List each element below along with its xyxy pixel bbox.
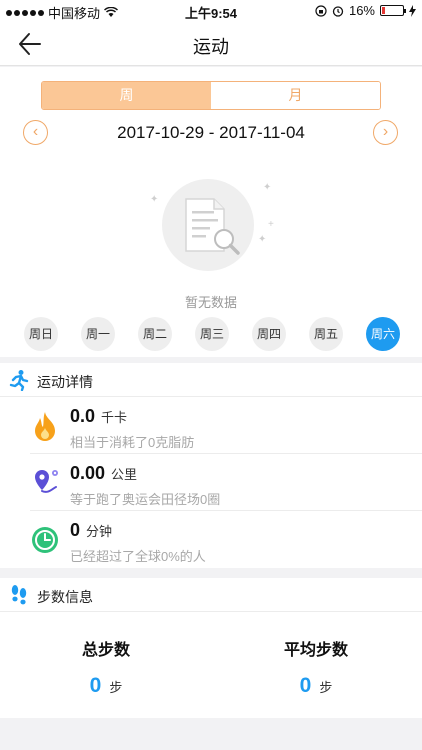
duration-value-line: 0 分钟 bbox=[70, 520, 112, 541]
period-segmented-control: 周 月 bbox=[41, 81, 381, 110]
route-pin-icon bbox=[35, 470, 58, 493]
summary-panel: 周 月 ‹ 2017-10-29 - 2017-11-04 › ✦ ✦ + ✦ … bbox=[0, 67, 422, 357]
battery-icon bbox=[380, 5, 406, 16]
orientation-lock-icon bbox=[315, 4, 327, 17]
weekday-6[interactable]: 周六 bbox=[366, 317, 400, 351]
total-steps-unit: 步 bbox=[109, 680, 123, 695]
empty-document-icon bbox=[185, 198, 240, 255]
no-data-illustration bbox=[162, 179, 254, 271]
page-title: 运动 bbox=[193, 37, 229, 57]
calories-value-line: 0.0 千卡 bbox=[70, 406, 127, 427]
steps-header: 步数信息 bbox=[0, 578, 422, 612]
weekday-3[interactable]: 周三 bbox=[195, 317, 229, 351]
weekday-4[interactable]: 周四 bbox=[252, 317, 286, 351]
alarm-icon bbox=[332, 5, 344, 17]
weekday-0[interactable]: 周日 bbox=[24, 317, 58, 351]
steps-title: 步数信息 bbox=[37, 589, 93, 605]
calories-value: 0.0 bbox=[70, 406, 96, 426]
steps-section: 步数信息 总步数 0步 平均步数 0步 bbox=[0, 578, 422, 718]
tab-week[interactable]: 周 bbox=[42, 82, 211, 109]
distance-value-line: 0.00 公里 bbox=[70, 463, 137, 484]
distance-unit: 公里 bbox=[111, 467, 138, 482]
status-bar: 中国移动 上午9:54 16% bbox=[0, 0, 422, 22]
sparkle-icon: ✦ bbox=[258, 234, 267, 245]
total-steps-value: 0 bbox=[89, 674, 102, 697]
sparkle-icon: ✦ bbox=[263, 182, 272, 193]
exercise-details-title: 运动详情 bbox=[37, 374, 93, 390]
total-steps: 总步数 0步 bbox=[26, 636, 186, 698]
sparkle-icon: ✦ bbox=[150, 194, 159, 205]
calories-row: 0.0 千卡 相当于消耗了0克脂肪 bbox=[30, 398, 422, 454]
date-range: 2017-10-29 - 2017-11-04 bbox=[117, 123, 305, 142]
next-period-button[interactable]: › bbox=[373, 120, 398, 145]
chevron-right-icon: › bbox=[382, 123, 389, 140]
nav-bar: 运动 bbox=[0, 22, 422, 66]
distance-value: 0.00 bbox=[70, 463, 106, 483]
duration-description: 已经超过了全球0%的人 bbox=[70, 549, 206, 564]
duration-unit: 分钟 bbox=[86, 524, 113, 539]
duration-value: 0 bbox=[70, 520, 81, 540]
weekday-selector: 周日 周一 周二 周三 周四 周五 周六 bbox=[24, 317, 404, 351]
duration-row: 0 分钟 已经超过了全球0%的人 bbox=[30, 512, 422, 568]
running-person-icon bbox=[9, 370, 29, 391]
weekday-1[interactable]: 周一 bbox=[81, 317, 115, 351]
clock-icon bbox=[32, 527, 58, 553]
distance-description: 等于跑了奥运会田径场0圈 bbox=[70, 492, 221, 507]
calories-unit: 千卡 bbox=[101, 410, 128, 425]
tab-month[interactable]: 月 bbox=[211, 82, 380, 109]
footprints-icon bbox=[11, 585, 27, 605]
battery-percent: 16% bbox=[348, 3, 375, 18]
empty-state-text: 暂无数据 bbox=[184, 295, 237, 310]
exercise-details-section: 运动详情 0.0 千卡 相当于消耗了0克脂肪 0.00 公里 等于跑了奥运会田径场0… bbox=[0, 363, 422, 568]
exercise-details-header: 运动详情 bbox=[0, 363, 422, 397]
total-steps-label: 总步数 bbox=[81, 642, 130, 659]
average-steps-label: 平均步数 bbox=[283, 642, 348, 659]
average-steps-value: 0 bbox=[299, 674, 312, 697]
calories-description: 相当于消耗了0克脂肪 bbox=[70, 435, 195, 450]
charging-bolt-icon bbox=[409, 4, 416, 17]
flame-icon bbox=[35, 412, 55, 441]
weekday-5[interactable]: 周五 bbox=[309, 317, 343, 351]
distance-row: 0.00 公里 等于跑了奥运会田径场0圈 bbox=[30, 455, 422, 511]
weekday-2[interactable]: 周二 bbox=[138, 317, 172, 351]
sparkle-icon: + bbox=[268, 219, 274, 230]
average-steps-unit: 步 bbox=[319, 680, 333, 695]
average-steps: 平均步数 0步 bbox=[236, 636, 396, 698]
